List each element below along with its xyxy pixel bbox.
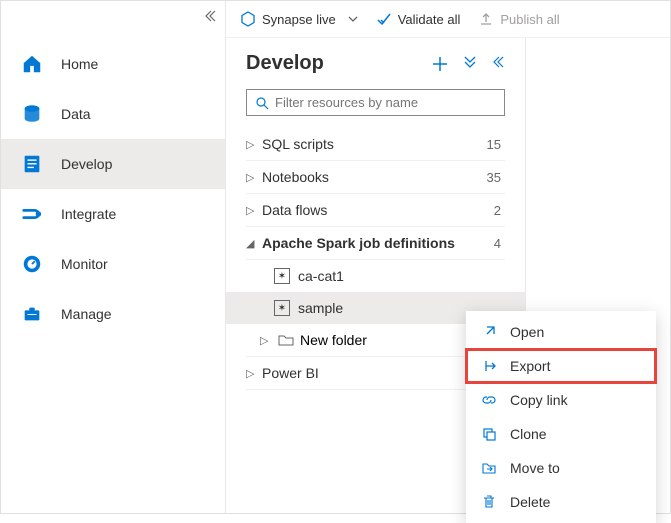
caret-down-icon: ◢: [246, 237, 262, 250]
context-menu: Open Export Copy link Clone Move to Dele…: [466, 311, 656, 523]
tree-child-label: New folder: [300, 332, 367, 348]
tree-item-spark-definitions[interactable]: ◢ Apache Spark job definitions 4: [246, 227, 505, 260]
sidebar-item-integrate[interactable]: Integrate: [1, 189, 225, 239]
tree-child-label: sample: [298, 300, 343, 316]
menu-label: Move to: [510, 460, 560, 476]
tree-label: Data flows: [262, 202, 494, 218]
menu-item-move-to[interactable]: Move to: [466, 451, 656, 485]
sidebar-item-data[interactable]: Data: [1, 89, 225, 139]
delete-icon: [480, 494, 498, 510]
caret-right-icon: ▷: [246, 204, 262, 217]
collapse-panel-button[interactable]: [491, 55, 505, 73]
export-icon: [480, 358, 498, 374]
link-icon: [480, 392, 498, 408]
tree-item-sql-scripts[interactable]: ▷ SQL scripts 15: [246, 128, 505, 161]
sidebar-item-monitor[interactable]: Monitor: [1, 239, 225, 289]
tree-label: SQL scripts: [262, 136, 487, 152]
validate-all-button[interactable]: Validate all: [376, 11, 461, 27]
open-icon: [480, 324, 498, 340]
filter-input[interactable]: [275, 95, 496, 110]
tree-child-label: ca-cat1: [298, 268, 344, 284]
toolbar-label: Validate all: [398, 12, 461, 27]
tree-item-data-flows[interactable]: ▷ Data flows 2: [246, 194, 505, 227]
menu-item-export[interactable]: Export: [466, 349, 656, 383]
menu-item-open[interactable]: Open: [466, 315, 656, 349]
sidebar: Home Data Develop Integrate Monitor Mana…: [1, 1, 226, 513]
collapse-sidebar-button[interactable]: [203, 9, 217, 23]
integrate-icon: [21, 203, 43, 225]
tree-label: Apache Spark job definitions: [262, 235, 494, 251]
toolbar-label: Synapse live: [262, 12, 336, 27]
move-icon: [480, 460, 498, 476]
data-icon: [21, 103, 43, 125]
sidebar-item-label: Integrate: [61, 206, 116, 222]
toolbar: Synapse live Validate all Publish all: [226, 1, 670, 38]
sidebar-item-label: Data: [61, 106, 91, 122]
sidebar-item-label: Manage: [61, 306, 112, 322]
sidebar-item-home[interactable]: Home: [1, 39, 225, 89]
clone-icon: [480, 426, 498, 442]
menu-item-clone[interactable]: Clone: [466, 417, 656, 451]
caret-right-icon: ▷: [260, 334, 272, 347]
document-icon: ✶: [274, 268, 290, 284]
tree-count: 35: [487, 170, 505, 185]
sidebar-item-label: Develop: [61, 156, 112, 172]
manage-icon: [21, 303, 43, 325]
checkmark-icon: [376, 11, 392, 27]
menu-label: Delete: [510, 494, 550, 510]
search-icon: [255, 96, 269, 110]
monitor-icon: [21, 253, 43, 275]
expand-all-button[interactable]: [463, 55, 477, 73]
toolbar-label: Publish all: [500, 12, 559, 27]
sidebar-item-manage[interactable]: Manage: [1, 289, 225, 339]
chevron-down-icon: [348, 14, 358, 24]
menu-item-copy-link[interactable]: Copy link: [466, 383, 656, 417]
home-icon: [21, 53, 43, 75]
synapse-live-dropdown[interactable]: Synapse live: [240, 11, 358, 27]
tree-count: 15: [487, 137, 505, 152]
publish-all-button: Publish all: [478, 11, 559, 27]
menu-label: Clone: [510, 426, 547, 442]
caret-right-icon: ▷: [246, 171, 262, 184]
sidebar-item-label: Home: [61, 56, 98, 72]
upload-icon: [478, 11, 494, 27]
sidebar-item-develop[interactable]: Develop: [1, 139, 225, 189]
sidebar-item-label: Monitor: [61, 256, 108, 272]
add-button[interactable]: [431, 55, 449, 73]
tree-item-notebooks[interactable]: ▷ Notebooks 35: [246, 161, 505, 194]
develop-icon: [21, 153, 43, 175]
panel-title: Develop: [246, 52, 324, 75]
tree-label: Notebooks: [262, 169, 487, 185]
filter-input-container[interactable]: [246, 89, 505, 116]
tree-count: 2: [494, 203, 505, 218]
caret-right-icon: ▷: [246, 138, 262, 151]
document-icon: ✶: [274, 300, 290, 316]
tree-count: 4: [494, 236, 505, 251]
tree-child-ca-cat1[interactable]: ✶ ca-cat1: [246, 260, 505, 292]
menu-label: Copy link: [510, 392, 568, 408]
menu-label: Export: [510, 358, 550, 374]
caret-right-icon: ▷: [246, 367, 262, 380]
menu-label: Open: [510, 324, 544, 340]
hexagon-icon: [240, 11, 256, 27]
folder-icon: [278, 333, 294, 347]
